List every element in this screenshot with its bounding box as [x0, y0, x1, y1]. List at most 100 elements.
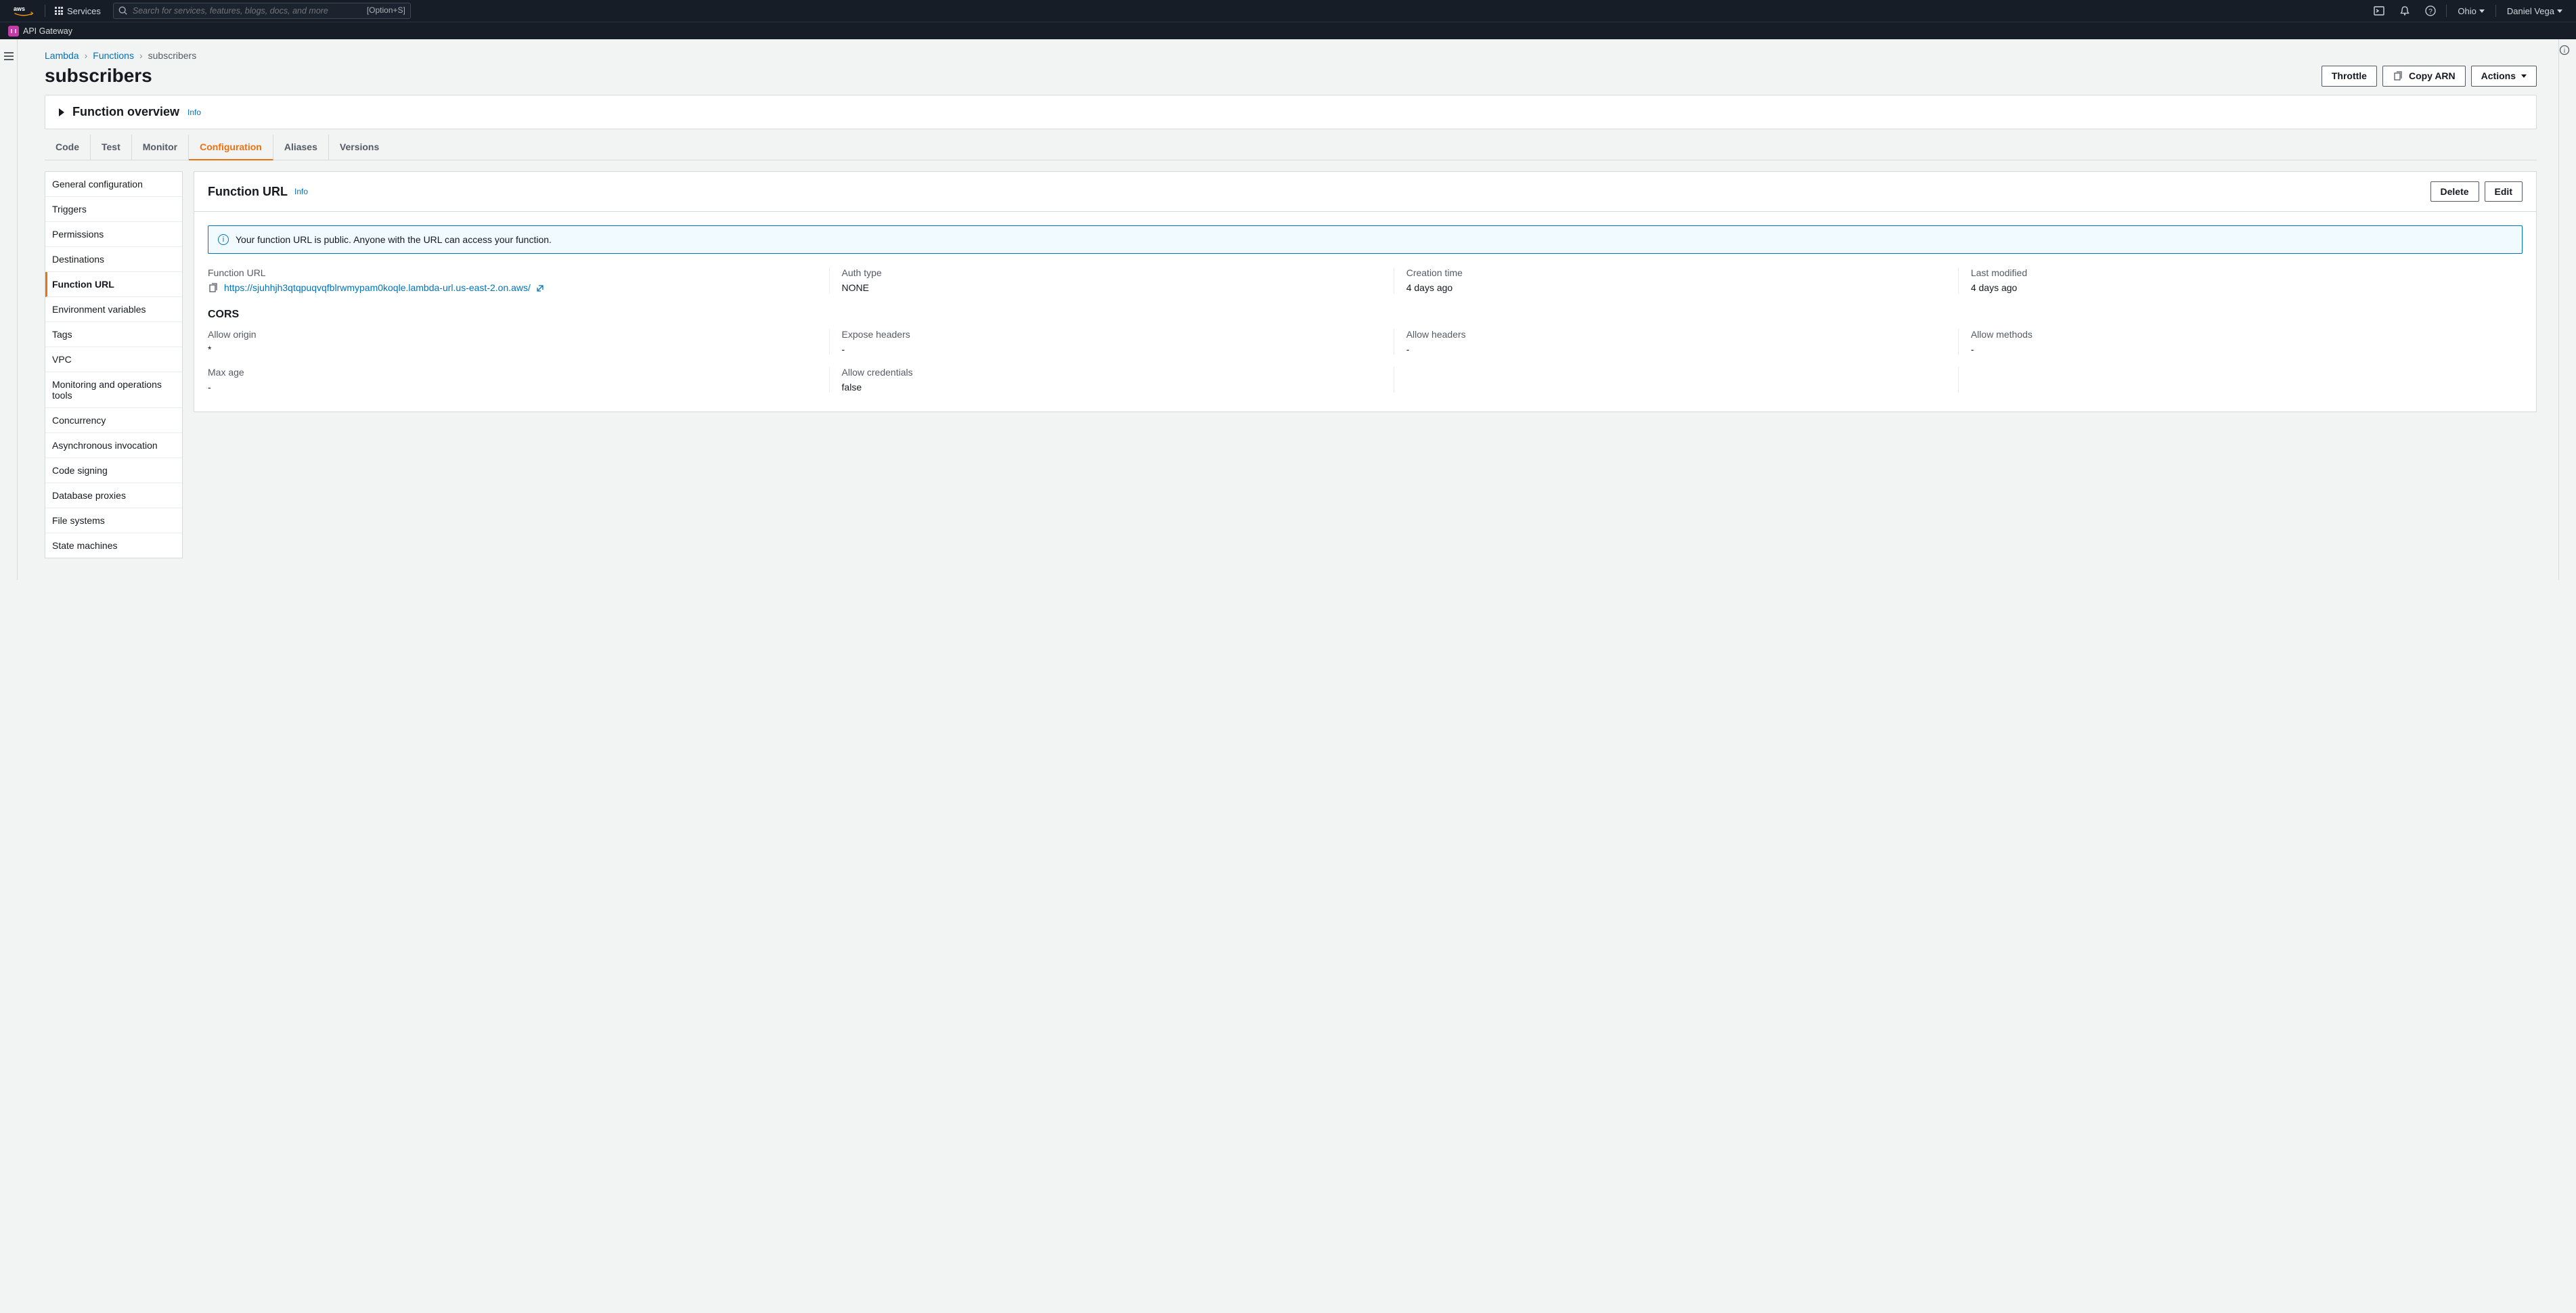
last-modified-value: 4 days ago: [1971, 282, 2510, 293]
app-body: Lambda › Functions › subscribers subscri…: [0, 39, 2576, 580]
main-column: Lambda › Functions › subscribers subscri…: [18, 39, 2558, 580]
help-button[interactable]: ?: [2418, 5, 2443, 17]
sub-nav: API Gateway: [0, 22, 2576, 39]
cloudshell-icon: [2373, 5, 2385, 17]
region-selector[interactable]: Ohio: [2449, 6, 2492, 16]
svg-text:aws: aws: [14, 5, 25, 12]
disclosure-triangle-icon[interactable]: [59, 108, 64, 116]
cloudshell-button[interactable]: [2366, 5, 2392, 17]
top-nav: aws Services [Option+S] ? Ohio Daniel Ve…: [0, 0, 2576, 22]
configuration-content: Function URL Info Delete Edit i Your fun…: [194, 171, 2537, 412]
sidebar-item-monitoring-and-operations-tools[interactable]: Monitoring and operations tools: [45, 372, 182, 408]
search-icon: [118, 6, 128, 16]
throttle-button[interactable]: Throttle: [2322, 66, 2377, 87]
page-header-actions: Throttle Copy ARN Actions: [2322, 66, 2537, 87]
copy-arn-button[interactable]: Copy ARN: [2382, 66, 2466, 87]
chevron-down-icon: [2557, 9, 2562, 13]
tab-monitor[interactable]: Monitor: [132, 135, 189, 160]
sidebar-item-triggers[interactable]: Triggers: [45, 197, 182, 222]
right-rail: i: [2558, 39, 2576, 580]
breadcrumb-current: subscribers: [148, 50, 197, 61]
function-url-card: Function URL Info Delete Edit i Your fun…: [194, 171, 2537, 412]
services-menu-button[interactable]: Services: [48, 6, 108, 16]
breadcrumb-functions[interactable]: Functions: [93, 50, 134, 61]
allow-headers-label: Allow headers: [1406, 329, 1946, 340]
search-kbd-hint: [Option+S]: [367, 5, 405, 15]
allow-credentials-label: Allow credentials: [842, 367, 1381, 378]
nav-divider: [2446, 5, 2447, 17]
expose-headers-label: Expose headers: [842, 329, 1381, 340]
tab-code[interactable]: Code: [45, 135, 91, 160]
breadcrumb-lambda[interactable]: Lambda: [45, 50, 79, 61]
breadcrumb: Lambda › Functions › subscribers: [45, 50, 2537, 61]
account-menu[interactable]: Daniel Vega: [2499, 6, 2571, 16]
recent-service-label: API Gateway: [23, 26, 72, 36]
bell-icon: [2399, 5, 2411, 17]
sidebar-item-environment-variables[interactable]: Environment variables: [45, 297, 182, 322]
sidebar-item-function-url[interactable]: Function URL: [45, 272, 182, 297]
tab-test[interactable]: Test: [91, 135, 132, 160]
grid-icon: [55, 7, 63, 15]
panel-info-link[interactable]: Info: [294, 187, 308, 196]
side-nav-toggle[interactable]: [1, 49, 16, 63]
creation-time-value: 4 days ago: [1406, 282, 1946, 293]
nav-divider: [2495, 5, 2496, 17]
function-url-link[interactable]: https://sjuhhjh3qtqpuqvqfblrwmypam0koqle…: [224, 282, 531, 293]
public-url-alert: i Your function URL is public. Anyone wi…: [208, 225, 2523, 254]
chevron-down-icon: [2521, 74, 2527, 78]
info-icon: i: [2559, 45, 2570, 55]
card-actions: Delete Edit: [2430, 181, 2523, 202]
sidebar-item-general-configuration[interactable]: General configuration: [45, 172, 182, 197]
delete-button[interactable]: Delete: [2430, 181, 2479, 202]
page-title: subscribers: [45, 65, 152, 87]
api-gateway-icon: [8, 26, 19, 37]
alert-text: Your function URL is public. Anyone with…: [236, 234, 552, 245]
cors-title: CORS: [208, 309, 2523, 321]
nav-right-group: ? Ohio Daniel Vega: [2366, 5, 2571, 17]
recent-service-api-gateway[interactable]: API Gateway: [8, 26, 72, 37]
sidebar-item-code-signing[interactable]: Code signing: [45, 458, 182, 483]
creation-time-label: Creation time: [1406, 267, 1946, 278]
last-modified-label: Last modified: [1971, 267, 2510, 278]
services-label: Services: [67, 6, 101, 16]
sidebar-item-concurrency[interactable]: Concurrency: [45, 408, 182, 433]
tab-aliases[interactable]: Aliases: [273, 135, 329, 160]
card-body: i Your function URL is public. Anyone wi…: [194, 212, 2536, 411]
edit-button[interactable]: Edit: [2485, 181, 2523, 202]
tabs: CodeTestMonitorConfigurationAliasesVersi…: [45, 135, 2537, 160]
url-summary-row: Function URL https://sjuhhjh3qtqpuqvqfbl…: [208, 267, 2523, 294]
notifications-button[interactable]: [2392, 5, 2418, 17]
max-age-value: -: [208, 382, 817, 393]
account-name: Daniel Vega: [2507, 6, 2554, 16]
sidebar-item-vpc[interactable]: VPC: [45, 347, 182, 372]
aws-logo[interactable]: aws: [5, 5, 42, 17]
copy-url-button[interactable]: [208, 283, 219, 294]
info-icon: i: [218, 234, 229, 245]
tab-versions[interactable]: Versions: [329, 135, 390, 160]
actions-dropdown-button[interactable]: Actions: [2471, 66, 2537, 87]
auth-type-value: NONE: [842, 282, 1381, 293]
sidebar-item-asynchronous-invocation[interactable]: Asynchronous invocation: [45, 433, 182, 458]
sidebar-item-permissions[interactable]: Permissions: [45, 222, 182, 247]
url-field-label: Function URL: [208, 267, 817, 278]
info-drawer-toggle[interactable]: i: [2559, 45, 2576, 55]
panel-title: Function URL: [208, 185, 288, 199]
tab-configuration[interactable]: Configuration: [189, 135, 273, 160]
allow-headers-value: -: [1406, 344, 1946, 355]
search-container: [Option+S]: [113, 3, 411, 19]
help-icon: ?: [2424, 5, 2437, 17]
sidebar-item-tags[interactable]: Tags: [45, 322, 182, 347]
sidebar-item-file-systems[interactable]: File systems: [45, 508, 182, 533]
left-rail: [0, 39, 18, 580]
configuration-sidebar: General configurationTriggersPermissions…: [45, 171, 183, 558]
svg-text:i: i: [2564, 47, 2565, 55]
allow-methods-label: Allow methods: [1971, 329, 2510, 340]
chevron-right-icon: ›: [85, 50, 88, 61]
sidebar-item-state-machines[interactable]: State machines: [45, 533, 182, 558]
chevron-right-icon: ›: [139, 50, 143, 61]
allow-credentials-value: false: [842, 382, 1381, 393]
copy-icon: [2393, 71, 2403, 82]
overview-info-link[interactable]: Info: [187, 108, 201, 117]
sidebar-item-database-proxies[interactable]: Database proxies: [45, 483, 182, 508]
sidebar-item-destinations[interactable]: Destinations: [45, 247, 182, 272]
